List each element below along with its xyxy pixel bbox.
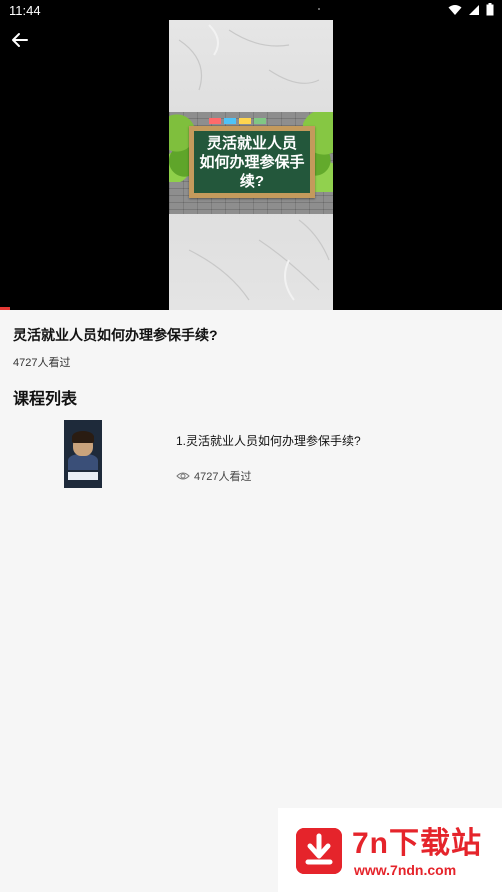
site-watermark: 7n下载站 www.7ndn.com [278, 808, 502, 892]
section-title: 课程列表 [13, 391, 78, 408]
back-arrow-icon[interactable] [10, 30, 30, 50]
status-dot [318, 8, 320, 10]
status-icons [448, 3, 494, 16]
lesson-list-item[interactable]: 1.灵活就业人员如何办理参保手续? 4727人看过 [0, 418, 502, 490]
status-bar: 11:44 [0, 0, 502, 20]
eye-icon [176, 472, 190, 480]
thumb-shirt [68, 454, 98, 470]
wifi-icon [448, 4, 462, 15]
video-player[interactable]: 灵活就业人员 如何办理参保手续? [0, 20, 502, 310]
board-tags [209, 118, 266, 124]
thumb-hair [72, 431, 94, 443]
board-line-2: 如何办理参保手续? [199, 153, 305, 190]
video-frame: 灵活就业人员 如何办理参保手续? [169, 20, 333, 310]
lesson-title[interactable]: 1.灵活就业人员如何办理参保手续? [176, 432, 361, 449]
watermark-name: 7n下载站 [352, 827, 483, 860]
course-view-count: 4727人看过 [13, 357, 71, 369]
thumb-caption [68, 472, 98, 480]
signal-icon [469, 4, 479, 15]
video-progress-bar[interactable] [0, 307, 10, 310]
lesson-views: 4727人看过 [176, 468, 251, 484]
lesson-thumbnail[interactable] [64, 420, 102, 488]
download-logo-icon [296, 828, 342, 874]
watermark-url: www.7ndn.com [354, 862, 457, 878]
board-line-1: 灵活就业人员 [206, 134, 297, 152]
course-title: 灵活就业人员如何办理参保手续? [13, 327, 218, 343]
lesson-view-count: 4727人看过 [194, 471, 252, 483]
brick-wall: 灵活就业人员 如何办理参保手续? [169, 112, 333, 214]
chalkboard: 灵活就业人员 如何办理参保手续? [189, 126, 315, 198]
battery-icon [486, 3, 494, 16]
status-time: 11:44 [9, 3, 41, 18]
